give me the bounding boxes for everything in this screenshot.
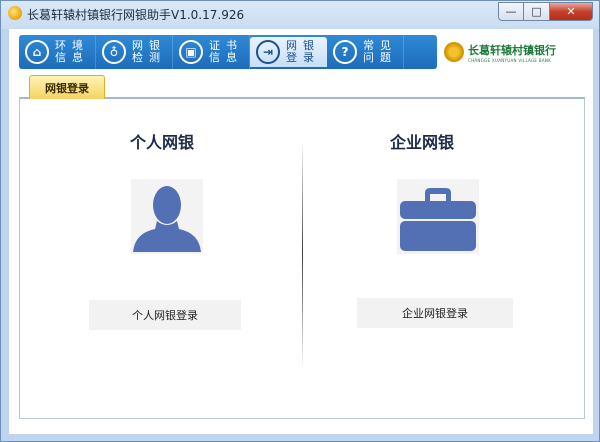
nav-environment-info[interactable]: ⌂ 环境信息 [19, 35, 96, 69]
certificate-icon: ▣ [179, 40, 203, 64]
app-icon [8, 6, 22, 20]
corporate-section-title: 企业网银 [390, 133, 455, 152]
nav-ebank-login[interactable]: ⇥ 网银登录 [250, 37, 327, 67]
bank-logo-mark [444, 42, 464, 62]
personal-image[interactable] [131, 179, 203, 254]
corporate-image[interactable] [397, 179, 479, 254]
bank-name-cn: 长葛轩辕村镇银行 [468, 43, 556, 57]
person-icon [133, 186, 201, 252]
minimize-button[interactable]: — [498, 2, 524, 21]
corporate-login-button[interactable]: 企业网银登录 [357, 298, 513, 328]
nav-label: 常见问题 [363, 39, 397, 64]
nav-label: 环境信息 [55, 39, 89, 64]
login-icon: ⇥ [256, 40, 280, 64]
personal-section-title: 个人网银 [130, 133, 195, 152]
tab-strip: 网银登录 [19, 75, 585, 99]
bank-name-en: CHANGGE XUANYUAN VILLAGE BANK [468, 57, 552, 63]
nav-certificate-info[interactable]: ▣ 证书信息 [173, 35, 250, 69]
personal-login-button[interactable]: 个人网银登录 [89, 300, 241, 330]
title-bar[interactable]: 长葛轩辕村镇银行网银助手V1.0.17.926 — □ ✕ [1, 1, 599, 29]
bank-logo: 长葛轩辕村镇银行 CHANGGE XUANYUAN VILLAGE BANK [444, 39, 584, 65]
tab-ebank-login[interactable]: 网银登录 [29, 75, 105, 99]
nav-label: 网银登录 [286, 39, 320, 64]
section-divider [302, 139, 303, 369]
question-icon: ? [333, 40, 357, 64]
nav-ebank-check[interactable]: ♁ 网银检测 [96, 35, 173, 69]
nav-faq[interactable]: ? 常见问题 [327, 35, 404, 69]
briefcase-icon [400, 188, 476, 251]
nav-label: 证书信息 [209, 39, 243, 64]
close-button[interactable]: ✕ [550, 2, 593, 21]
main-toolbar: ⌂ 环境信息 ♁ 网银检测 ▣ 证书信息 ⇥ 网银登录 ? 常见问题 [19, 35, 437, 69]
window-controls: — □ ✕ [498, 2, 593, 22]
login-panel: 个人网银 个人网银登录 企业网银 企业网银登录 [19, 99, 585, 419]
client-area: ⌂ 环境信息 ♁ 网银检测 ▣ 证书信息 ⇥ 网银登录 ? 常见问题 长葛轩辕村… [9, 29, 593, 434]
window-title: 长葛轩辕村镇银行网银助手V1.0.17.926 [27, 8, 245, 22]
nav-label: 网银检测 [132, 39, 166, 64]
stethoscope-icon: ♁ [102, 40, 126, 64]
maximize-button[interactable]: □ [524, 2, 550, 21]
home-icon: ⌂ [25, 40, 49, 64]
app-window: 长葛轩辕村镇银行网银助手V1.0.17.926 — □ ✕ ⌂ 环境信息 ♁ 网… [0, 0, 600, 442]
